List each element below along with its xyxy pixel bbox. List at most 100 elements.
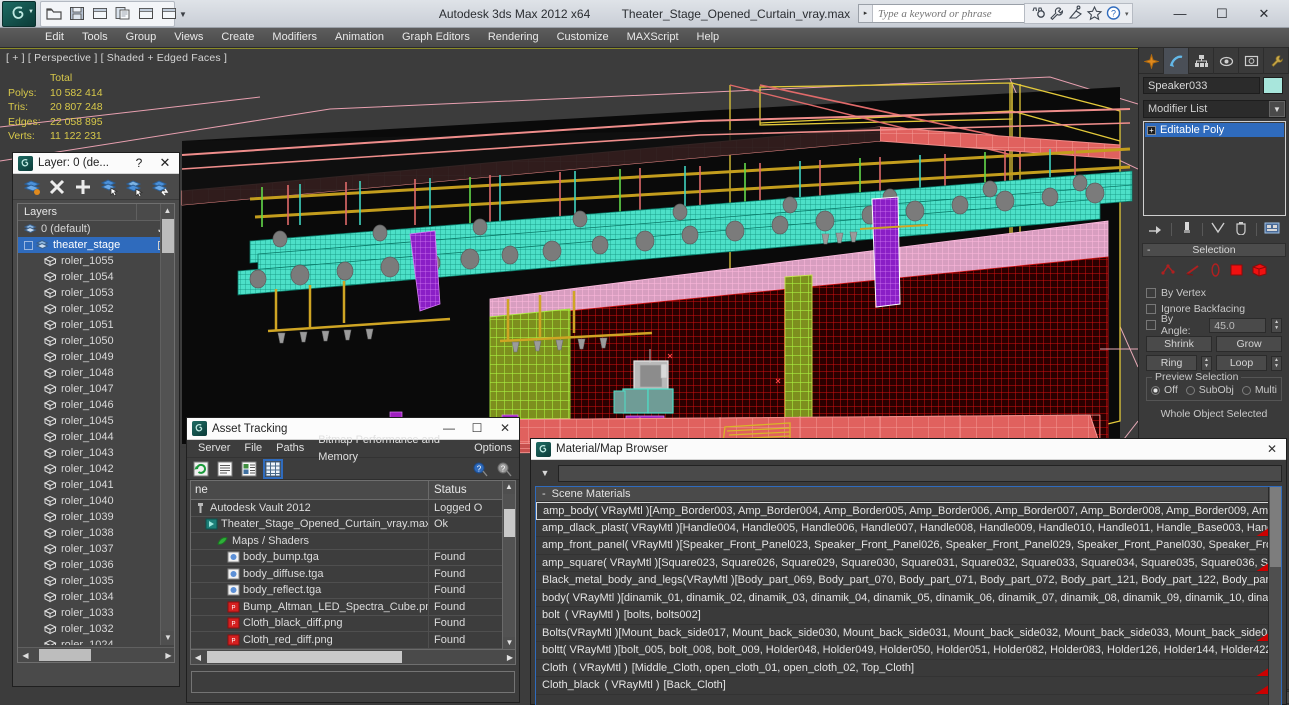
hierarchy-tab[interactable] (1189, 48, 1214, 74)
material-browser-close-button[interactable]: ✕ (1258, 439, 1286, 460)
material-row[interactable]: Bolts (VRayMtl ) [Mount_back_side017, Moun… (536, 624, 1281, 642)
satellite-icon[interactable] (1066, 4, 1085, 23)
asset-menu-options[interactable]: Options (467, 440, 519, 457)
scene-materials-group-header[interactable]: - Scene Materials (536, 487, 1281, 502)
layer-row[interactable]: theater_stage (18, 237, 174, 253)
by-angle-row[interactable]: By Angle: 45.0 ▲ ▼ (1146, 313, 1282, 337)
layer-row[interactable]: roler_1041 (18, 477, 174, 493)
layer-dialog-titlebar[interactable]: Layer: 0 (de... ? ✕ (13, 153, 179, 174)
radio-dot[interactable] (1185, 385, 1195, 395)
scroll-thumb-h[interactable] (39, 649, 91, 661)
menu-item-graph-editors[interactable]: Graph Editors (393, 28, 479, 47)
layer-row[interactable]: roler_1037 (18, 541, 174, 557)
modify-tab[interactable] (1164, 48, 1189, 74)
layer-row[interactable]: roler_1049 (18, 349, 174, 365)
asset-tracking-dialog[interactable]: Asset Tracking — ☐ ✕ Server File Paths Bitm… (186, 417, 520, 703)
close-button[interactable]: ✕ (1243, 1, 1285, 27)
question-icon[interactable]: ? (1104, 4, 1123, 23)
list-view-icon[interactable] (217, 461, 233, 477)
scroll-right-icon[interactable]: ▶ (161, 651, 174, 660)
scroll-thumb[interactable] (162, 219, 174, 253)
asset-row[interactable]: body_reflect.tga Found (191, 582, 515, 599)
scroll-right-icon[interactable]: ▶ (503, 653, 515, 662)
loop-spinner[interactable]: ▲ ▼ (1271, 355, 1282, 371)
preview-radio-multi[interactable]: Multi (1241, 384, 1277, 396)
asset-menu-server[interactable]: Server (191, 440, 237, 457)
layer-row[interactable]: roler_1047 (18, 381, 174, 397)
binoculars-icon[interactable] (1028, 4, 1047, 23)
layer-horizontal-scrollbar[interactable]: ◀ ▶ (18, 647, 174, 662)
edge-icon[interactable] (1185, 263, 1202, 280)
delete-layer-icon[interactable] (48, 178, 66, 196)
layer-rows[interactable]: 0 (default)✓ theater_stage roler_1055roler… (18, 221, 174, 645)
asset-tracking-grid[interactable]: ne Status Autodesk Vault 2012 Logged O The… (190, 480, 516, 665)
material-row[interactable]: amp_square( VRayMtl ) [Square023, Square0… (536, 554, 1281, 572)
wrench-icon[interactable] (1047, 4, 1066, 23)
layer-dialog[interactable]: Layer: 0 (de... ? ✕ Layers 0 (default) t… (12, 152, 180, 687)
minimize-button[interactable]: — (1159, 1, 1201, 27)
help-dropdown-icon[interactable]: ▾ (1125, 10, 1129, 18)
layer-row[interactable]: roler_1045 (18, 413, 174, 429)
grow-button[interactable]: Grow (1216, 336, 1282, 352)
material-row[interactable]: amp_dlack_plast( VRayMtl ) [Handle004, Ha… (536, 519, 1281, 537)
menu-item-modifiers[interactable]: Modifiers (263, 28, 326, 47)
select-objects-icon[interactable] (100, 178, 118, 197)
layer-row[interactable]: roler_1032 (18, 621, 174, 637)
layer-row[interactable]: roler_1036 (18, 557, 174, 573)
polygon-icon[interactable] (1229, 263, 1244, 280)
asset-vertical-scrollbar[interactable]: ▲ ▼ (502, 481, 515, 650)
element-icon[interactable] (1251, 263, 1268, 280)
asset-close-button[interactable]: ✕ (491, 418, 519, 439)
material-browser-titlebar[interactable]: Material/Map Browser ✕ (531, 439, 1286, 460)
help-blue-icon[interactable]: ? (473, 461, 489, 477)
modifier-stack[interactable]: + Editable Poly (1143, 121, 1286, 216)
layer-vertical-scrollbar[interactable]: ▲ ▼ (160, 204, 174, 645)
filter-dropdown-icon[interactable]: ▼ (535, 464, 555, 482)
quick-access-toolbar[interactable]: ▼ (40, 1, 187, 27)
search-box[interactable]: ▸ (858, 4, 1038, 23)
material-row[interactable]: Cloth_black ( VRayMtl ) [Back_Cloth] (536, 677, 1281, 695)
material-row[interactable]: Black_metal_body_and_legs (VRayMtl ) [Body… (536, 572, 1281, 590)
search-dropdown-icon[interactable]: ▸ (859, 5, 873, 22)
scroll-down-icon[interactable]: ▼ (161, 631, 174, 645)
shrink-button[interactable]: Shrink (1146, 336, 1212, 352)
ignore-backfacing-checkbox[interactable] (1146, 304, 1156, 314)
thumbnail-view-icon[interactable] (241, 461, 257, 477)
material-row[interactable]: bolt ( VRayMtl ) [bolts, bolts002] (536, 607, 1281, 625)
application-menu-button[interactable]: ▼ (2, 1, 36, 27)
asset-menu-file[interactable]: File (237, 440, 269, 457)
menu-item-tools[interactable]: Tools (73, 28, 117, 47)
scroll-thumb[interactable] (1270, 487, 1281, 567)
radio-dot[interactable] (1151, 385, 1160, 395)
make-unique-icon[interactable] (1210, 221, 1226, 237)
layer-row[interactable]: roler_1042 (18, 461, 174, 477)
layer-row[interactable]: roler_1040 (18, 493, 174, 509)
layer-row[interactable]: 0 (default)✓ (18, 221, 174, 237)
material-row[interactable]: body( VRayMtl ) [dinamik_01, dinamik_02, … (536, 590, 1281, 607)
maximize-button[interactable]: ☐ (1201, 1, 1243, 27)
preview-radio-off[interactable]: Off (1151, 384, 1178, 396)
ring-spinner[interactable]: ▲ ▼ (1201, 355, 1212, 371)
by-vertex-row[interactable]: By Vertex (1146, 285, 1282, 301)
select-highlighted-icon[interactable] (125, 178, 144, 198)
preview-radio-subobj[interactable]: SubObj (1185, 384, 1234, 396)
layer-row[interactable]: roler_1052 (18, 301, 174, 317)
asset-row[interactable]: P Cloth_red_diff.png Found (191, 631, 515, 649)
qat-dropdown-icon[interactable]: ▼ (179, 10, 187, 19)
layer-row[interactable]: roler_1038 (18, 525, 174, 541)
layer-row[interactable]: roler_1033 (18, 605, 174, 621)
layer-row[interactable]: roler_1054 (18, 269, 174, 285)
undo-icon[interactable] (136, 4, 156, 24)
scroll-thumb[interactable] (504, 509, 515, 537)
menu-item-help[interactable]: Help (688, 28, 729, 47)
layer-close-button[interactable]: ✕ (151, 155, 179, 171)
material-row[interactable]: Cloth ( VRayMtl ) [Middle_Cloth, open_clot… (536, 659, 1281, 677)
asset-name-column-header[interactable]: ne (191, 481, 429, 499)
copy-icon[interactable] (113, 4, 133, 24)
collapse-icon[interactable]: - (542, 488, 546, 500)
material-vertical-scrollbar[interactable] (1268, 487, 1281, 705)
scroll-left-icon[interactable]: ◀ (18, 651, 33, 660)
new-layer-icon[interactable] (23, 178, 41, 196)
configure-modifier-sets-icon[interactable] (1264, 221, 1280, 237)
show-end-result-icon[interactable] (1179, 221, 1195, 237)
